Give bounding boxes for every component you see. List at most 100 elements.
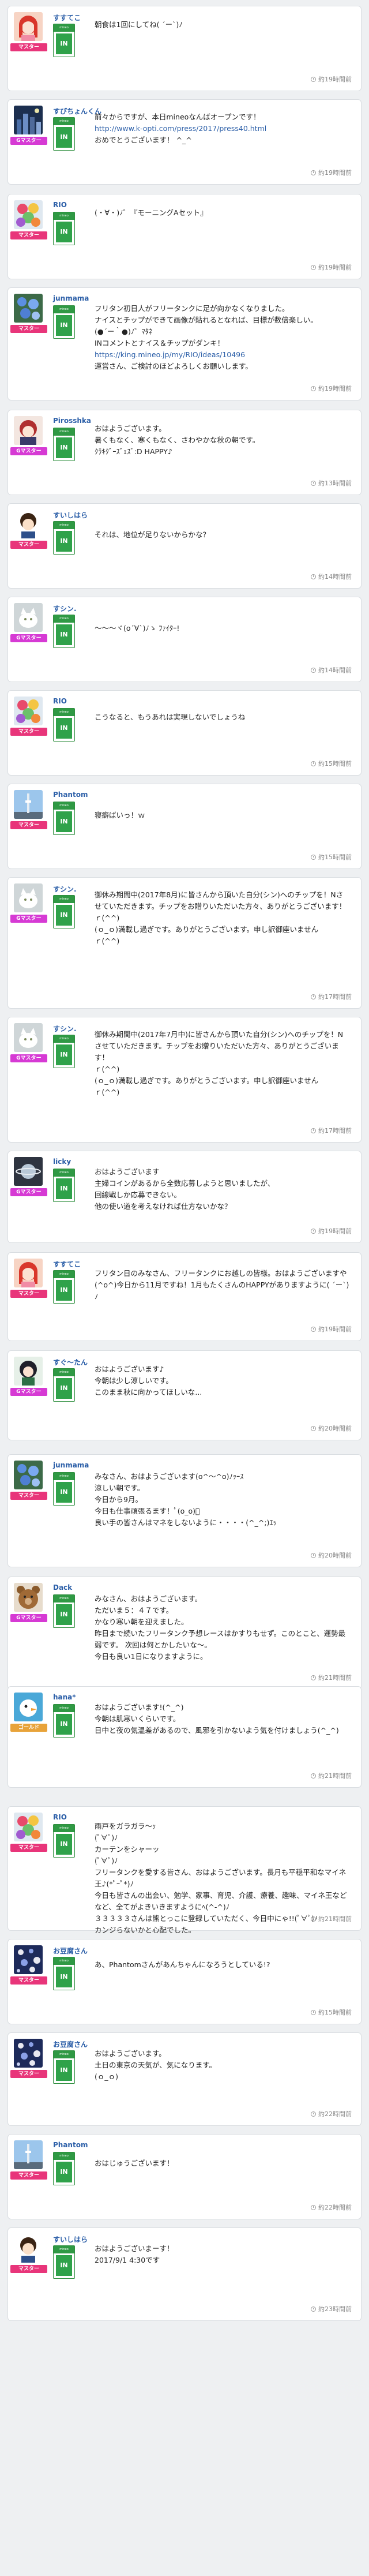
avatar[interactable] bbox=[14, 1461, 43, 1489]
post-time: 約23時間前 bbox=[311, 2304, 352, 2313]
avatar[interactable] bbox=[14, 883, 43, 912]
username-link[interactable]: すシン. bbox=[53, 1024, 77, 1034]
message-line: おはようございます♪ bbox=[95, 1365, 164, 1373]
username-link[interactable]: junmama bbox=[53, 1461, 89, 1469]
post-card: Gマスター すシン. mineo IN ～～～ヾ(o´∀`)ﾉゝ ﾌｧｲﾀｰ! 約14時間… bbox=[7, 597, 362, 682]
clock-icon bbox=[311, 1229, 316, 1234]
rank-badge: マスター bbox=[10, 1492, 47, 1500]
username-link[interactable]: Dack bbox=[53, 1583, 72, 1592]
message-line: おはようございまーす！ bbox=[95, 2244, 174, 2253]
avatar[interactable] bbox=[14, 200, 43, 229]
post-message: フリタン初日人がフリータンクに足が向かなくなりました。 ナイスとチップができて画像… bbox=[95, 303, 349, 372]
username-link[interactable]: すシン. bbox=[53, 604, 77, 613]
username-link[interactable]: RIO bbox=[53, 1813, 67, 1821]
post-message: おはようございます。 土日の東京の天気が、気になります。 (ｏ_ｏ) bbox=[95, 2048, 349, 2083]
post-time-label: 約17時間前 bbox=[318, 993, 352, 1001]
clock-icon bbox=[311, 2010, 316, 2015]
message-line: 御休み期間中(2017年8月)に皆さんから頂いた自分(シン)へのチップを！Nさせ… bbox=[95, 890, 347, 911]
post-message: みなさん、おはようございます。 ただいま５：４７です。 かなり寒い朝を迎えました。昨… bbox=[95, 1593, 349, 1663]
post-time: 約22時間前 bbox=[311, 2203, 352, 2212]
in-badge-icon: mineo IN bbox=[53, 802, 75, 835]
in-badge-icon: mineo IN bbox=[53, 24, 75, 57]
username-link[interactable]: hana* bbox=[53, 1693, 76, 1701]
message-line: 他の使い道を考えなければ仕方ないかな？ bbox=[95, 1202, 232, 1211]
rank-badge: Gマスター bbox=[10, 447, 47, 455]
username-link[interactable]: すシン. bbox=[53, 884, 77, 894]
post-message: それは、地位が足りないからかな？ bbox=[95, 529, 349, 541]
message-link[interactable]: http://www.k-opti.com/press/2017/press40… bbox=[95, 123, 349, 134]
clock-icon bbox=[311, 1426, 316, 1431]
username-link[interactable]: Phantom bbox=[53, 2141, 88, 2149]
username-link[interactable]: すすてこ bbox=[53, 1259, 81, 1269]
message-line: ただいま５：４７です。 bbox=[95, 1606, 174, 1615]
avatar[interactable] bbox=[14, 1583, 43, 1612]
badge-brand: mineo bbox=[54, 1595, 74, 1602]
message-line: 今日も仕事頑張るます！ﾟ(o_o)ﾟ bbox=[95, 1507, 200, 1515]
avatar[interactable] bbox=[14, 2234, 43, 2263]
avatar[interactable] bbox=[14, 790, 43, 819]
username-link[interactable]: Pirosshka bbox=[53, 417, 91, 425]
avatar[interactable] bbox=[14, 1023, 43, 1052]
clock-icon bbox=[311, 994, 316, 999]
badge-in-label: IN bbox=[56, 718, 72, 739]
avatar[interactable] bbox=[14, 294, 43, 323]
clock-icon bbox=[311, 1128, 316, 1133]
post-time: 約20時間前 bbox=[311, 1551, 352, 1560]
avatar[interactable] bbox=[14, 2140, 43, 2169]
username-link[interactable]: Phantom bbox=[53, 791, 88, 799]
rank-badge: Gマスター bbox=[10, 915, 47, 923]
avatar[interactable] bbox=[14, 510, 43, 538]
avatar[interactable] bbox=[14, 106, 43, 134]
username-link[interactable]: RIO bbox=[53, 697, 67, 705]
in-badge-icon: mineo IN bbox=[53, 1824, 75, 1858]
avatar[interactable] bbox=[14, 416, 43, 445]
message-link[interactable]: https://king.mineo.jp/my/RIO/ideas/10496 bbox=[95, 349, 349, 361]
username-link[interactable]: すいしはら bbox=[53, 2234, 88, 2244]
rank-badge: マスター bbox=[10, 2070, 47, 2078]
badge-in-label: IN bbox=[56, 1482, 72, 1503]
badge-brand: mineo bbox=[54, 428, 74, 436]
clock-icon bbox=[311, 2307, 316, 2312]
badge-brand: mineo bbox=[54, 1369, 74, 1376]
avatar[interactable] bbox=[14, 12, 43, 41]
username-link[interactable]: すぐ～たん bbox=[53, 1357, 88, 1367]
message-line: 良い手の皆さんはマネをしないように・・・・(^_^;)ｴｯ bbox=[95, 1518, 277, 1527]
message-line: フリタン日のみなさん、フリータンクにお越しの皆様。おはようございますや(^o^)… bbox=[95, 1269, 349, 1301]
avatar[interactable] bbox=[14, 1813, 43, 1841]
message-line: おはようございます bbox=[95, 1167, 160, 1176]
avatar[interactable] bbox=[14, 603, 43, 632]
badge-brand: mineo bbox=[54, 709, 74, 716]
post-card: マスター お豆腐さん mineo IN おはようございます。 土日の東京の天気が、気になり… bbox=[7, 2032, 362, 2126]
post-message: おはようございまーす！ 2017/9/1 4:30です bbox=[95, 2243, 349, 2266]
post-card: マスター Phantom mineo IN 寝癖ばいっ！ｗ 約15時間前 bbox=[7, 784, 362, 869]
badge-in-label: IN bbox=[56, 531, 72, 552]
username-link[interactable]: お豆腐さん bbox=[53, 1946, 88, 1956]
rank-badge: マスター bbox=[10, 231, 47, 239]
post-message: (・∀・)ﾉ゛『モーニングAセット』 bbox=[95, 207, 349, 219]
avatar[interactable] bbox=[14, 697, 43, 725]
post-message: 前々からですが、本日mineoなんばオープンです！ http://www.k-op… bbox=[95, 111, 349, 146]
avatar[interactable] bbox=[14, 1693, 43, 1721]
avatar[interactable] bbox=[14, 1259, 43, 1287]
avatar[interactable] bbox=[14, 1357, 43, 1386]
message-line: みなさん、おはようございます。 bbox=[95, 1594, 202, 1603]
post-card: マスター お豆腐さん mineo IN あ、Phantomさんがあんちゃんになろうとして… bbox=[7, 1939, 362, 2024]
message-line: (ｏ_ｏ)満載し過ぎです。ありがとうございます。申し訳御座いません bbox=[95, 925, 319, 934]
username-link[interactable]: junmama bbox=[53, 294, 89, 302]
username-link[interactable]: RIO bbox=[53, 201, 67, 209]
username-link[interactable]: すいしはら bbox=[53, 510, 88, 520]
avatar[interactable] bbox=[14, 2039, 43, 2068]
username-link[interactable]: licky bbox=[53, 1158, 71, 1166]
post-time-label: 約19時間前 bbox=[318, 385, 352, 392]
username-link[interactable]: お豆腐さん bbox=[53, 2039, 88, 2049]
post-message: 朝食は1回にしてね( ´ー`)ﾉ bbox=[95, 19, 349, 31]
post-card: マスター RIO mineo IN 雨戸をガラガラ～ｯ (ﾟ∀ﾟ)ﾉ カーテンをシャーッ (ﾟ… bbox=[7, 1806, 362, 1934]
post-message: おはようございます。 暑くもなく、寒くもなく、さわやかな秋の朝です。 ｸﾗｷｸﾞｰｽ… bbox=[95, 423, 349, 458]
avatar[interactable] bbox=[14, 1157, 43, 1186]
username-link[interactable]: すすてこ bbox=[53, 13, 81, 23]
post-time-label: 約14時間前 bbox=[318, 667, 352, 674]
in-badge-icon: mineo IN bbox=[53, 1704, 75, 1738]
message-line: 前々からですが、本日mineoなんばオープンです！ bbox=[95, 113, 261, 121]
post-time-label: 約23時間前 bbox=[318, 2305, 352, 2313]
avatar[interactable] bbox=[14, 1945, 43, 1974]
